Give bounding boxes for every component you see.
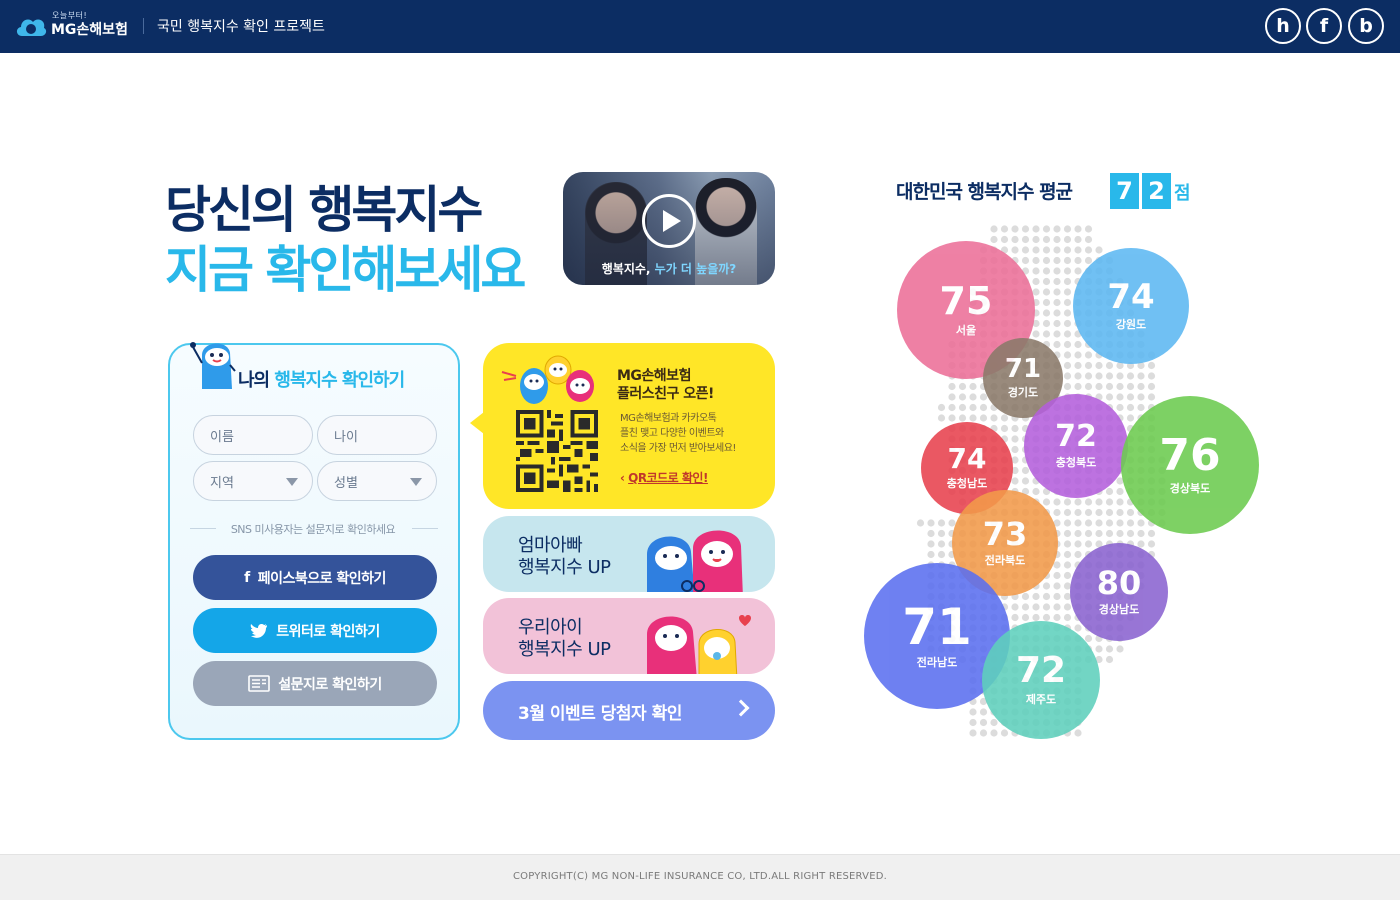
region-name: 경상북도 — [1169, 482, 1211, 495]
parents-happiness-banner[interactable]: 엄마아빠 행복지수 UP — [483, 516, 775, 592]
panel-title: 나의 행복지수 확인하기 — [238, 370, 405, 391]
region-name: 강원도 — [1115, 318, 1147, 331]
region-select[interactable]: 지역 — [193, 461, 313, 501]
mascots-icon — [501, 355, 594, 404]
facebook-check-button[interactable]: f 페이스북으로 확인하기 — [193, 555, 437, 600]
project-title: 국민 행복지수 확인 프로젝트 — [157, 19, 325, 35]
separator-line — [412, 528, 438, 529]
region-name: 전라남도 — [916, 656, 958, 669]
logo-text: MG손해보험 — [51, 22, 128, 38]
region-score: 72 — [1055, 419, 1097, 454]
region-bubble[interactable]: 76 경상북도 — [1121, 396, 1259, 534]
sns-separator-text: SNS 미사용자는 설문지로 확인하세요 — [230, 523, 396, 536]
kakao-title: MG손해보험 플러스친구 오픈! — [617, 368, 714, 402]
twitter-check-button[interactable]: 트위터로 확인하기 — [193, 608, 437, 653]
header-divider — [143, 18, 144, 34]
score-unit: 점 — [1174, 183, 1191, 204]
qr-check-link[interactable]: ‹ QR코드로 확인! — [620, 469, 708, 486]
region-score: 76 — [1159, 430, 1221, 481]
blue-mascot-icon — [190, 342, 236, 389]
region-score: 74 — [1107, 277, 1155, 317]
chevron-right-icon — [732, 699, 750, 717]
region-name: 서울 — [955, 324, 977, 337]
average-score-digit: 7 — [1110, 173, 1139, 209]
mg-logo[interactable]: 오늘부터! MG손해보험 — [14, 9, 134, 43]
region-score: 71 — [1004, 354, 1042, 384]
chevron-down-icon — [286, 478, 298, 486]
separator-line — [190, 528, 216, 529]
copyright-text: COPYRIGHT(C) MG NON-LIFE INSURANCE CO, L… — [513, 871, 887, 882]
region-score: 74 — [947, 442, 987, 475]
facebook-icon: f — [244, 569, 250, 586]
gender-select[interactable]: 성별 — [317, 461, 437, 501]
region-bubble[interactable]: 74 강원도 — [1073, 248, 1189, 364]
region-name: 전라북도 — [984, 554, 1026, 567]
facebook-icon[interactable]: f — [1306, 8, 1342, 44]
name-field[interactable]: 이름 — [193, 415, 313, 455]
video-caption: 행복지수, 누가 더 높을까? — [601, 262, 737, 276]
region-bubble[interactable]: 80 경상남도 — [1070, 543, 1168, 641]
qr-code-icon — [516, 410, 598, 492]
chevron-down-icon — [410, 478, 422, 486]
chevron-left-icon: ‹ — [620, 471, 629, 485]
blog-icon[interactable]: h — [1265, 8, 1301, 44]
region-name: 충청남도 — [946, 477, 988, 490]
region-name: 경상남도 — [1098, 603, 1140, 616]
survey-icon — [248, 675, 271, 692]
region-score: 71 — [902, 598, 972, 656]
region-score: 80 — [1096, 564, 1142, 602]
play-icon[interactable] — [642, 194, 696, 248]
region-bubble[interactable]: 72 충청북도 — [1024, 394, 1128, 498]
region-score: 72 — [1015, 650, 1067, 691]
child-mascots-icon — [647, 615, 751, 674]
band-icon[interactable]: b — [1348, 8, 1384, 44]
age-field[interactable]: 나이 — [317, 415, 437, 455]
parents-mascots-icon — [647, 530, 743, 592]
region-bubble[interactable]: 72 제주도 — [982, 621, 1100, 739]
top-bar: 오늘부터! MG손해보험 국민 행복지수 확인 프로젝트 h f b — [0, 0, 1400, 53]
child-happiness-banner[interactable]: 우리아이 행복지수 UP — [483, 598, 775, 674]
region-name: 제주도 — [1025, 693, 1057, 706]
headline-line2: 지금 확인해보세요 — [165, 241, 526, 299]
region-score: 75 — [939, 279, 993, 323]
region-name: 충청북도 — [1055, 456, 1097, 469]
national-average-title: 대한민국 행복지수 평균 — [896, 181, 1073, 203]
footer: COPYRIGHT(C) MG NON-LIFE INSURANCE CO, L… — [0, 854, 1400, 900]
survey-check-button[interactable]: 설문지로 확인하기 — [193, 661, 437, 706]
video-thumbnail[interactable]: 행복지수, 누가 더 높을까? — [563, 172, 775, 285]
kakao-description: MG손해보험과 카카오톡 플친 맺고 다양한 이벤트와 소식을 가장 먼저 받아보세… — [620, 413, 736, 454]
march-event-winners-button[interactable]: 3월 이벤트 당첨자 확인 — [483, 681, 775, 740]
twitter-icon — [251, 624, 268, 638]
average-score-digit: 2 — [1142, 173, 1171, 209]
cloud-logo-icon — [16, 19, 47, 36]
region-name: 경기도 — [1007, 386, 1039, 399]
region-score: 73 — [982, 515, 1028, 553]
